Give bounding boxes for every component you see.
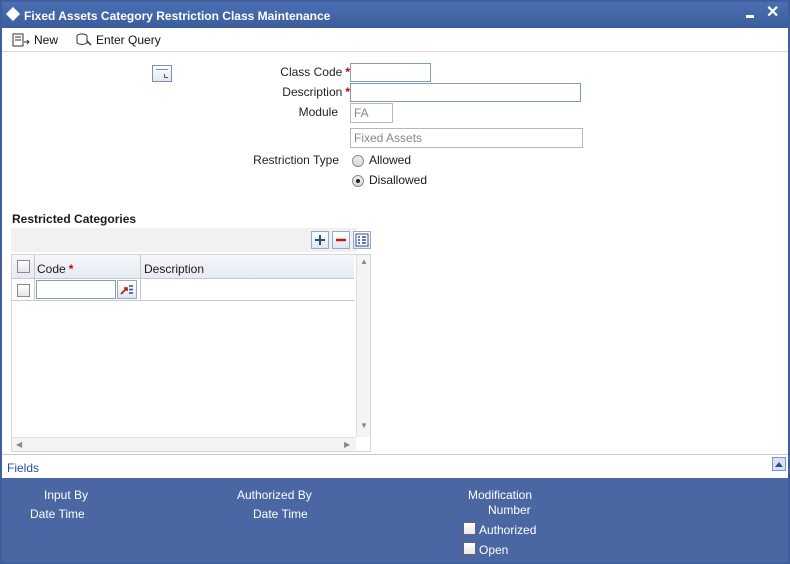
description-label: Description *	[232, 85, 350, 99]
vertical-scrollbar[interactable]: ▲ ▼	[356, 255, 370, 437]
enter-query-icon	[76, 33, 92, 46]
restricted-categories-grid: Code * Description ▲ ▼ ◀ ▶	[11, 254, 371, 452]
column-divider	[34, 255, 35, 279]
new-label: New	[34, 33, 59, 47]
restriction-type-label: Restriction Type	[253, 153, 339, 167]
authorized-label: Authorized	[479, 523, 537, 537]
disallowed-label: Disallowed	[369, 173, 428, 187]
restricted-categories-title: Restricted Categories	[12, 212, 137, 226]
collapse-icon	[775, 462, 783, 467]
class-code-label: Class Code *	[232, 65, 350, 79]
single-view-button[interactable]	[353, 231, 371, 249]
code-column-header: Code *	[37, 262, 73, 276]
code-column-label: Code	[37, 262, 66, 276]
horizontal-scrollbar[interactable]: ◀ ▶	[12, 437, 356, 451]
add-row-icon	[315, 235, 325, 245]
scroll-right-arrow-icon[interactable]: ▶	[344, 440, 350, 449]
module-name-field	[350, 128, 583, 148]
open-label: Open	[479, 543, 509, 557]
app-diamond-icon	[5, 6, 21, 22]
single-view-icon	[355, 233, 369, 247]
date-time-label-2: Date Time	[253, 507, 308, 521]
modification-number-label: Number	[488, 503, 531, 517]
fields-bar: Fields	[2, 454, 788, 478]
add-row-button[interactable]	[311, 231, 329, 249]
close-button[interactable]: ✕	[766, 5, 779, 21]
scroll-left-arrow-icon[interactable]: ◀	[16, 440, 22, 449]
module-label: Module	[298, 105, 338, 119]
column-divider	[34, 279, 35, 301]
maintenance-window: Fixed Assets Category Restriction Class …	[0, 0, 790, 564]
date-time-label-1: Date Time	[30, 507, 85, 521]
select-all-checkbox[interactable]	[17, 260, 30, 273]
description-input[interactable]	[350, 83, 581, 102]
grid-toolbar	[11, 228, 371, 252]
scroll-up-arrow-icon[interactable]: ▲	[360, 257, 368, 266]
grid-header: Code * Description	[12, 255, 354, 279]
row-code-input[interactable]	[36, 280, 116, 299]
fields-link[interactable]: Fields	[7, 461, 39, 475]
lov-button[interactable]	[117, 280, 137, 299]
authorized-checkbox[interactable]	[463, 522, 476, 535]
input-by-label: Input By	[44, 488, 89, 502]
scroll-down-arrow-icon[interactable]: ▼	[360, 421, 368, 430]
delete-row-icon	[336, 238, 346, 242]
minimize-button[interactable]	[746, 15, 754, 18]
new-icon	[12, 33, 30, 47]
open-checkbox[interactable]	[463, 542, 476, 555]
allowed-label: Allowed	[369, 153, 412, 167]
code-required: *	[68, 262, 74, 276]
delete-row-button[interactable]	[332, 231, 350, 249]
toolbar: New Enter Query	[2, 28, 788, 52]
class-code-label-text: Class Code	[280, 65, 343, 79]
lov-icon	[120, 285, 133, 295]
column-divider	[140, 255, 141, 279]
row-checkbox[interactable]	[17, 284, 30, 297]
collapse-button[interactable]	[772, 457, 786, 471]
description-label-text: Description	[282, 85, 343, 99]
column-divider	[140, 279, 141, 301]
window-title: Fixed Assets Category Restriction Class …	[24, 9, 331, 23]
new-button[interactable]: New	[12, 31, 58, 49]
class-code-input[interactable]	[350, 63, 431, 82]
enter-query-button[interactable]: Enter Query	[76, 31, 161, 49]
table-row	[12, 279, 354, 301]
description-column-header: Description	[144, 262, 205, 276]
disallowed-radio[interactable]	[352, 175, 364, 187]
form-icon[interactable]	[152, 65, 172, 82]
allowed-radio[interactable]	[352, 155, 364, 167]
module-code-field	[350, 103, 393, 123]
title-bar: Fixed Assets Category Restriction Class …	[2, 2, 788, 28]
audit-panel: Input By Date Time Authorized By Date Ti…	[2, 478, 788, 562]
modification-label: Modification	[468, 488, 533, 502]
authorized-by-label: Authorized By	[237, 488, 312, 502]
enter-query-label: Enter Query	[96, 33, 161, 47]
